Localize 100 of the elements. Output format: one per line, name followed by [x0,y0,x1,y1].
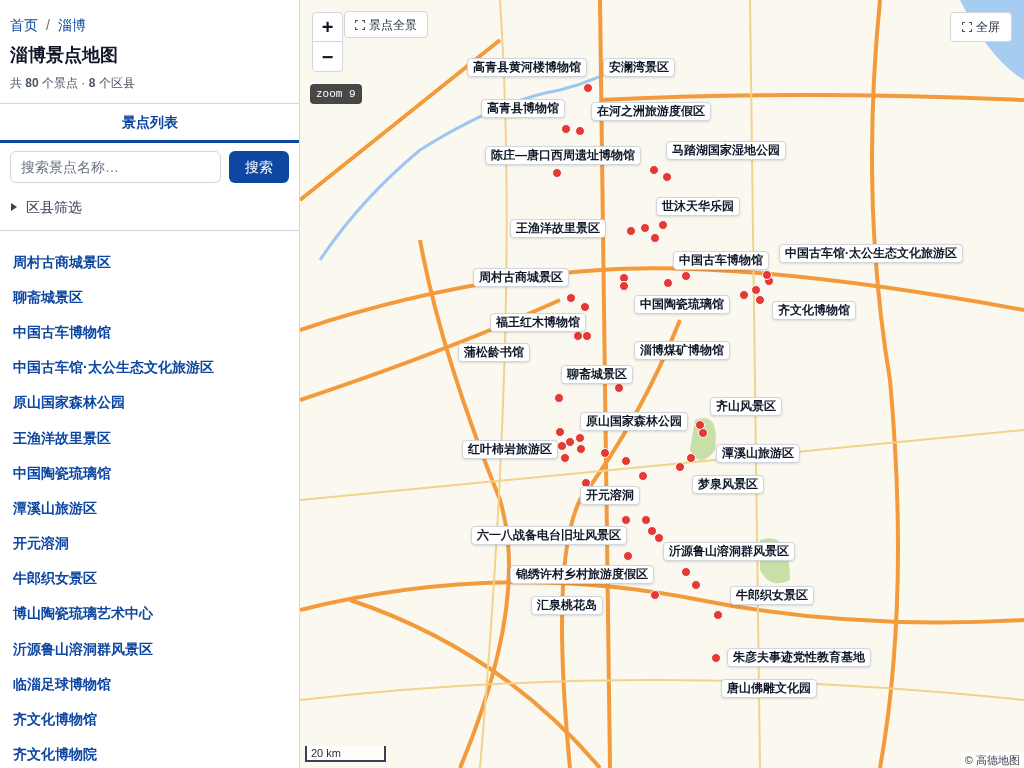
map-marker[interactable] [662,172,672,182]
map-marker[interactable] [691,580,701,590]
map-marker[interactable] [649,165,659,175]
spot-link[interactable]: 沂源鲁山溶洞群风景区 [0,631,299,667]
spot-map-label: 世沐天华乐园 [656,197,740,216]
map-marker[interactable] [698,428,708,438]
map-marker[interactable] [686,453,696,463]
map-marker[interactable] [623,551,633,561]
map-marker[interactable] [681,567,691,577]
spot-link[interactable]: 王渔洋故里景区 [0,419,299,456]
map-marker[interactable] [658,220,668,230]
spot-map-label: 马踏湖国家湿地公园 [666,141,786,160]
list-tab[interactable]: 景点列表 [0,104,299,143]
map-marker[interactable] [583,83,593,93]
search-button[interactable]: 搜索 [229,151,289,183]
spot-link[interactable]: 原山国家森林公园 [0,384,299,420]
spot-map-label: 安澜湾景区 [603,58,675,77]
spot-map-label: 中国古车馆·太公生态文化旅游区 [779,244,963,263]
map-marker[interactable] [621,456,631,466]
spot-map-label: 王渔洋故里景区 [510,219,606,238]
spot-link[interactable]: 潭溪山旅游区 [0,490,299,526]
map-marker[interactable] [600,448,610,458]
spot-map-label: 在河之洲旅游度假区 [591,102,711,121]
spot-link[interactable]: 中国古车博物馆 [0,314,299,350]
spot-link[interactable]: 中国古车馆·太公生态文化旅游区 [0,349,299,385]
spot-map-label: 原山国家森林公园 [580,412,688,431]
map-marker[interactable] [626,226,636,236]
spot-map-label: 周村古商城景区 [473,268,569,287]
spot-map-label: 聊斋城景区 [561,365,633,384]
map-marker[interactable] [554,393,564,403]
spot-map-label: 蒲松龄书馆 [458,343,530,362]
map-marker[interactable] [638,471,648,481]
map-marker[interactable] [566,293,576,303]
spot-map-label: 齐山风景区 [710,397,782,416]
map-marker[interactable] [713,610,723,620]
map-marker[interactable] [755,295,765,305]
map-marker[interactable] [762,270,772,280]
map-marker[interactable] [552,168,562,178]
spot-map-label: 齐文化博物馆 [772,301,856,320]
map-marker[interactable] [575,433,585,443]
spot-link[interactable]: 齐文化博物馆 [0,701,299,737]
map-marker[interactable] [663,278,673,288]
map-marker[interactable] [576,444,586,454]
spot-link[interactable]: 聊斋城景区 [0,279,299,315]
spot-link[interactable]: 临淄足球博物馆 [0,666,299,702]
map-marker[interactable] [711,653,721,663]
spot-map-label: 朱彦夫事迹党性教育基地 [727,648,871,667]
map-marker[interactable] [621,515,631,525]
spot-map-label: 沂源鲁山溶洞群风景区 [663,542,795,561]
map-marker[interactable] [580,302,590,312]
spot-map-label: 唐山佛雕文化园 [721,679,817,698]
search-field[interactable]: 搜索景点名称… [10,151,221,183]
map-marker[interactable] [575,126,585,136]
expand-icon [355,19,365,30]
spot-map-label: 牛郎织女景区 [730,586,814,605]
map-marker[interactable] [681,271,691,281]
spot-map-label: 中国古车博物馆 [673,251,769,270]
zoom-level-badge: zoom 9 [310,84,362,104]
spot-map-label: 高青县黄河楼博物馆 [467,58,587,77]
fullscreen-button[interactable]: 全屏 [950,12,1012,42]
spot-map-label: 六一八战备电台旧址风景区 [471,526,627,545]
zoom-out-button[interactable]: − [313,42,342,71]
map-marker[interactable] [739,290,749,300]
breadcrumb-link[interactable]: 淄博 [57,15,86,35]
spot-map-label: 红叶柿岩旅游区 [462,440,558,459]
stats-text: 共 80 个景点 · 8 个区县 [10,75,136,91]
map-marker[interactable] [751,285,761,295]
map-marker[interactable] [582,331,592,341]
map-marker[interactable] [560,453,570,463]
spot-link[interactable]: 牛郎织女景区 [0,560,299,596]
spot-map-label: 淄博煤矿博物馆 [634,341,730,360]
overview-button[interactable]: 景点全景 [344,11,428,38]
breadcrumb-link[interactable]: 首页 [10,15,38,35]
spot-link[interactable]: 齐文化博物院 [0,736,299,768]
zoom-in-button[interactable]: + [313,13,342,42]
map-marker[interactable] [619,281,629,291]
map-marker[interactable] [640,223,650,233]
spot-map-label: 锦绣许村乡村旅游度假区 [510,565,654,584]
spot-map-label: 汇泉桃花岛 [531,596,603,615]
map-marker[interactable] [654,533,664,543]
spot-map-label: 福王红木博物馆 [490,313,586,332]
map-marker[interactable] [647,526,657,536]
district-filter-toggle[interactable]: 区县筛选 [10,197,82,217]
spot-link[interactable]: 周村古商城景区 [0,244,299,280]
map-marker[interactable] [641,515,651,525]
spot-link[interactable]: 中国陶瓷琉璃馆 [0,455,299,491]
spot-link[interactable]: 博山陶瓷琉璃艺术中心 [0,595,299,632]
scale-bar: 20 km [305,746,386,762]
map-marker[interactable] [675,462,685,472]
spot-map-label: 潭溪山旅游区 [716,444,800,463]
map-marker[interactable] [555,427,565,437]
map-marker[interactable] [650,233,660,243]
page-title: 淄博景点地图 [10,44,119,67]
map-marker[interactable] [650,590,660,600]
map-marker[interactable] [561,124,571,134]
breadcrumb-separator: / [46,16,50,35]
triangle-icon [10,203,18,211]
expand-icon [962,22,972,32]
spot-map-label: 中国陶瓷琉璃馆 [634,295,730,314]
spot-link[interactable]: 开元溶洞 [0,525,299,561]
